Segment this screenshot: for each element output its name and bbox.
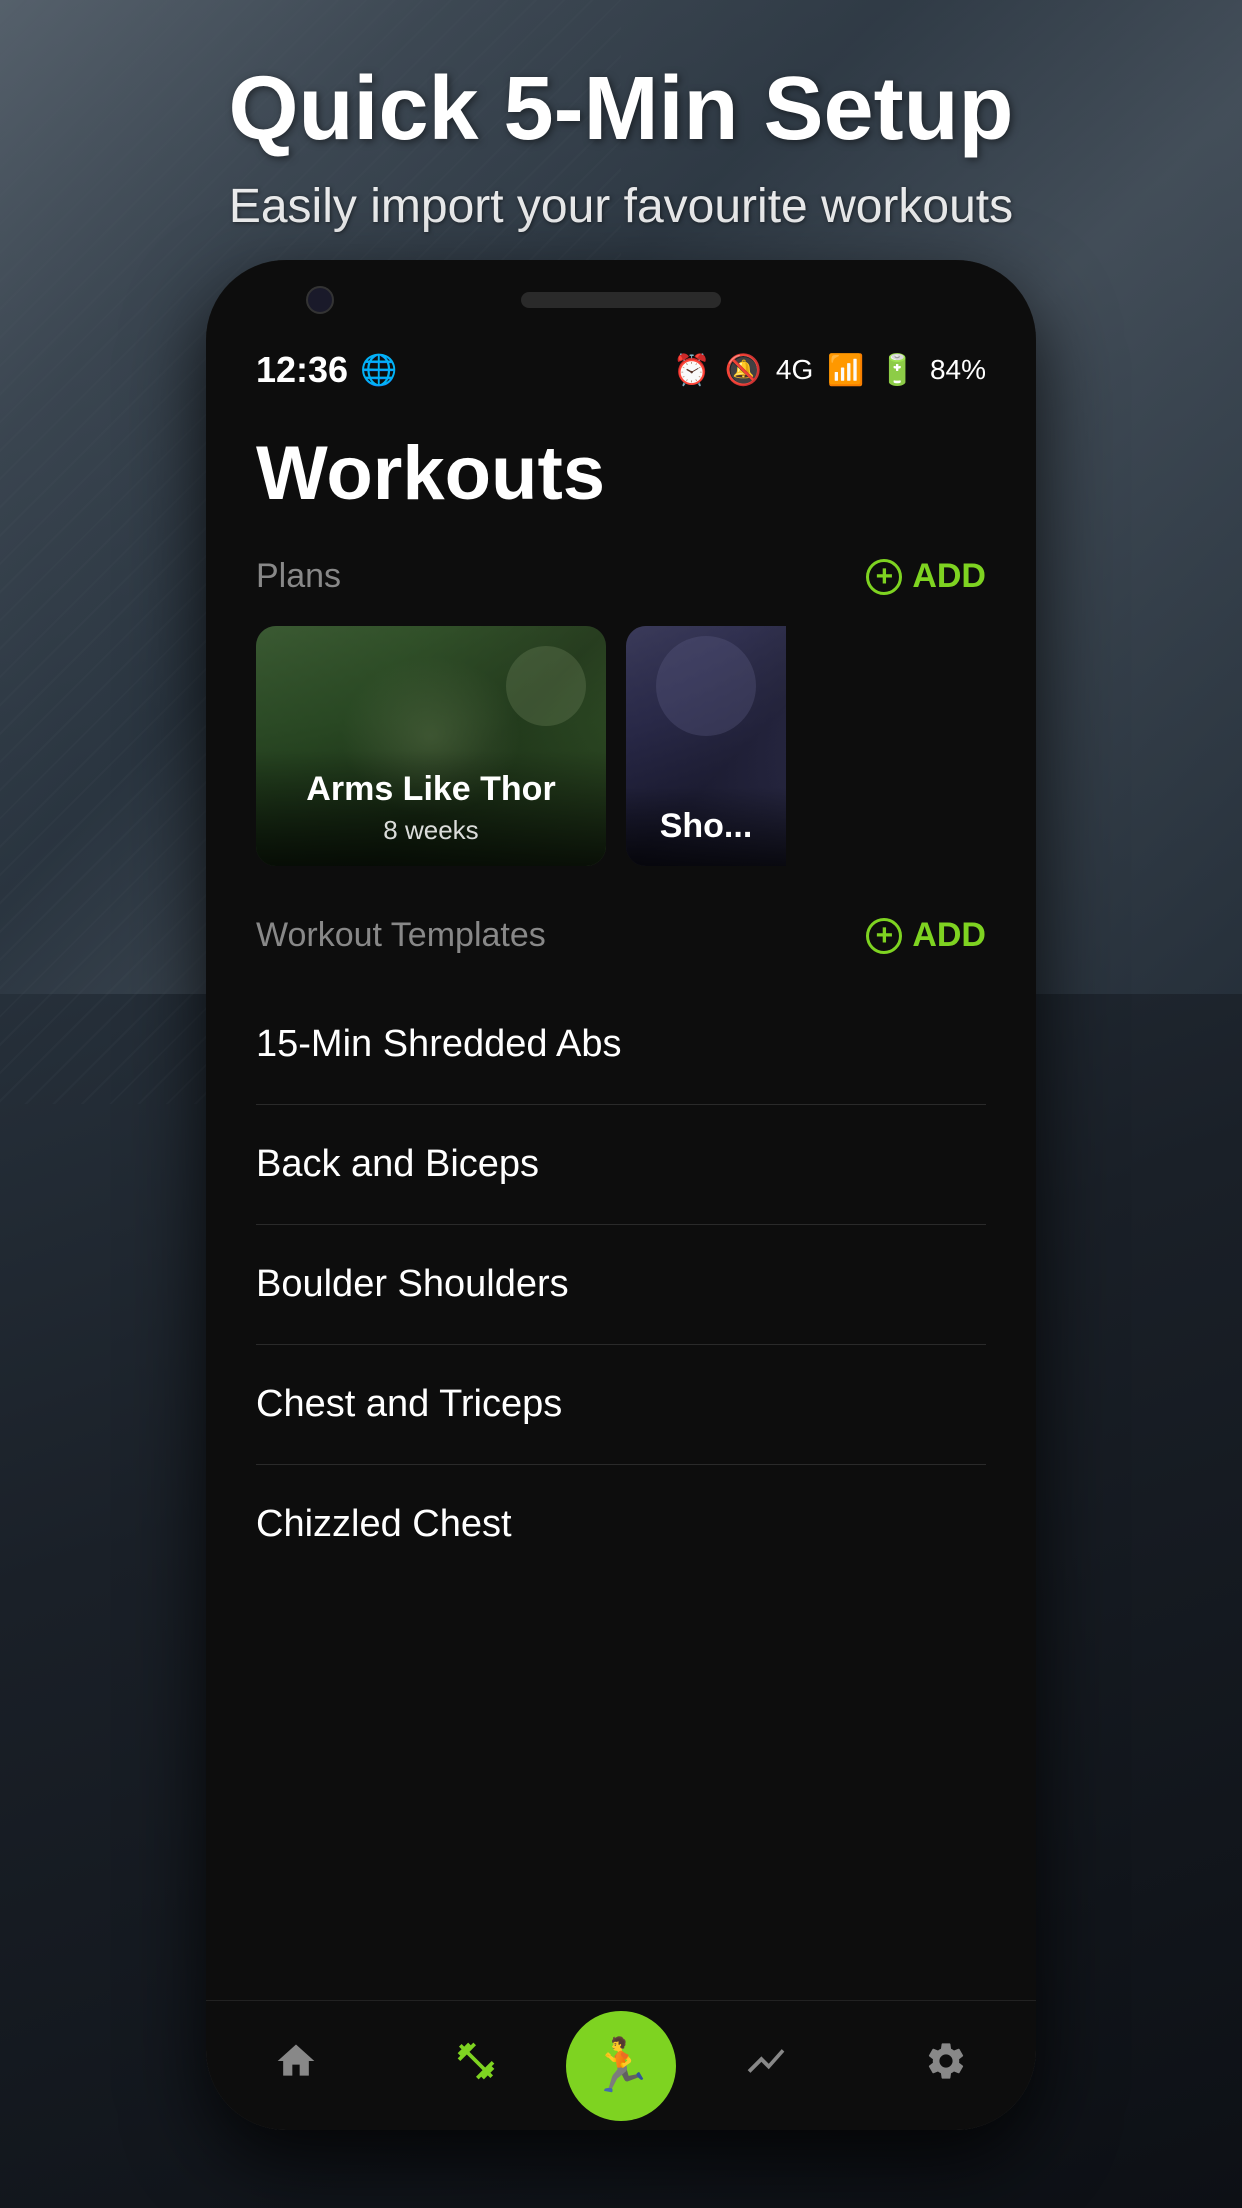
template-name-2: Boulder Shoulders <box>256 1263 986 1306</box>
phone-camera <box>306 286 334 314</box>
template-name-0: 15-Min Shredded Abs <box>256 1023 986 1066</box>
plans-section-header: Plans + ADD <box>256 557 986 596</box>
battery-icon: 🔋 <box>879 353 916 388</box>
plan-card-2-title: Sho... <box>646 807 766 846</box>
template-name-1: Back and Biceps <box>256 1143 986 1186</box>
templates-section-header: Workout Templates + ADD <box>256 916 986 955</box>
plan-card-arms-like-thor[interactable]: Arms Like Thor 8 weeks <box>256 626 606 866</box>
templates-section: Workout Templates + ADD 15-Min Shredded … <box>256 916 986 1584</box>
phone-speaker <box>521 292 721 308</box>
nav-item-settings[interactable] <box>856 2039 1036 2093</box>
templates-label: Workout Templates <box>256 916 546 955</box>
template-item-0[interactable]: 15-Min Shredded Abs <box>256 985 986 1105</box>
plans-add-label: ADD <box>912 557 986 596</box>
plan-card-1-subtitle: 8 weeks <box>276 815 586 846</box>
status-bar: 12:36 🌐 ⏰ 🔕 4G 📶 🔋 84% <box>206 340 1036 400</box>
plans-label: Plans <box>256 557 341 596</box>
dumbbell-icon <box>454 2039 498 2093</box>
alarm-icon: ⏰ <box>673 353 710 388</box>
template-item-1[interactable]: Back and Biceps <box>256 1105 986 1225</box>
clock-time: 12:36 <box>256 349 348 391</box>
gear-icon <box>924 2039 968 2093</box>
nav-item-home[interactable] <box>206 2039 386 2093</box>
status-time: 12:36 🌐 <box>256 349 397 391</box>
template-item-2[interactable]: Boulder Shoulders <box>256 1225 986 1345</box>
signal-bars-icon: 📶 <box>827 353 864 388</box>
battery-percent: 84% <box>930 354 986 386</box>
bottom-nav: 🏃 <box>206 2000 1036 2130</box>
nav-center-active-button[interactable]: 🏃 <box>566 2011 676 2121</box>
mute-icon: 🔕 <box>725 353 762 388</box>
marketing-header: Quick 5-Min Setup Easily import your fav… <box>0 0 1242 234</box>
templates-add-button[interactable]: + ADD <box>866 916 986 955</box>
phone-device: 12:36 🌐 ⏰ 🔕 4G 📶 🔋 84% Workouts Plans + … <box>206 260 1036 2130</box>
nav-item-workouts[interactable] <box>386 2039 566 2093</box>
app-content: Workouts Plans + ADD Arms Like <box>206 400 1036 2000</box>
world-icon: 🌐 <box>360 353 397 388</box>
running-icon: 🏃 <box>589 2035 654 2096</box>
plans-scroll: Arms Like Thor 8 weeks Sho... <box>256 626 986 866</box>
templates-add-label: ADD <box>912 916 986 955</box>
template-name-4: Chizzled Chest <box>256 1503 986 1546</box>
template-item-4[interactable]: Chizzled Chest <box>256 1465 986 1584</box>
home-icon <box>274 2039 318 2093</box>
marketing-subtitle: Easily import your favourite workouts <box>0 179 1242 234</box>
plan-card-1-overlay: Arms Like Thor 8 weeks <box>256 750 606 866</box>
chart-icon <box>744 2039 788 2093</box>
page-title: Workouts <box>256 430 986 517</box>
nav-item-progress[interactable] <box>676 2039 856 2093</box>
plan-card-1-detail <box>506 646 586 726</box>
phone-top-bar <box>206 260 1036 340</box>
plan-card-2-figure <box>656 636 756 736</box>
marketing-title: Quick 5-Min Setup <box>0 60 1242 159</box>
templates-add-icon: + <box>866 918 902 954</box>
template-item-3[interactable]: Chest and Triceps <box>256 1345 986 1465</box>
status-icons: ⏰ 🔕 4G 📶 🔋 84% <box>673 353 986 388</box>
template-name-3: Chest and Triceps <box>256 1383 986 1426</box>
plan-card-shoulders[interactable]: Sho... <box>626 626 786 866</box>
plans-add-button[interactable]: + ADD <box>866 557 986 596</box>
plans-add-icon: + <box>866 559 902 595</box>
plan-card-1-title: Arms Like Thor <box>276 770 586 809</box>
plan-card-2-overlay: Sho... <box>626 787 786 866</box>
signal-label: 4G <box>776 354 813 386</box>
